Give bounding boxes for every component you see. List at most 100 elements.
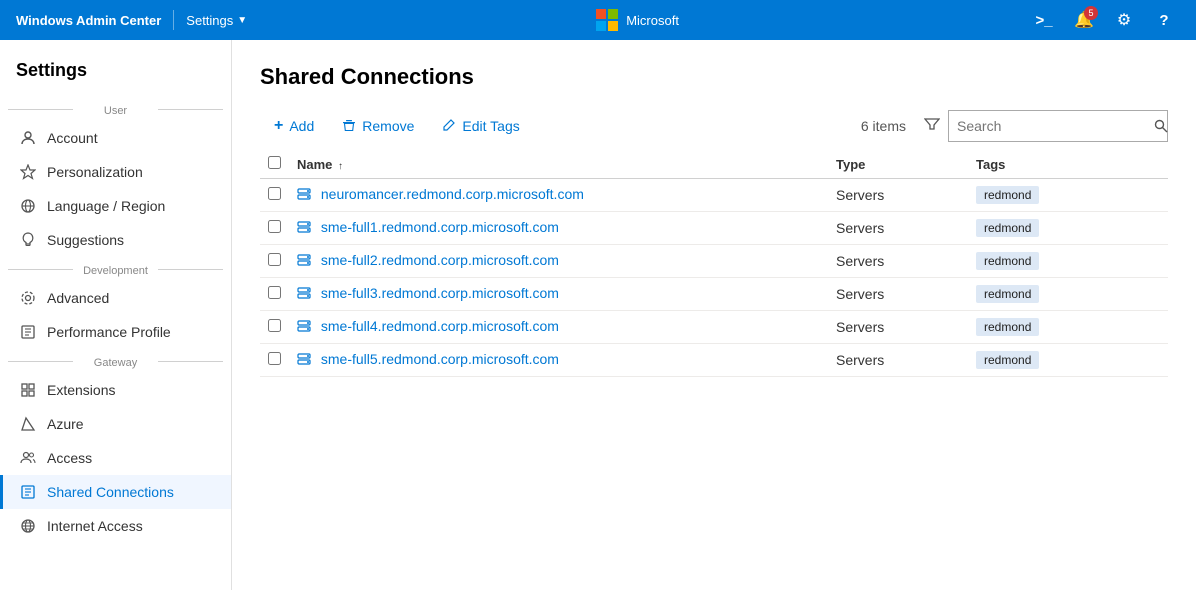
row-name-cell: sme-full3.redmond.corp.microsoft.com <box>289 278 828 311</box>
shared-connections-icon <box>19 483 37 501</box>
row-checkbox[interactable] <box>268 220 281 233</box>
sidebar-section-gateway: Gateway <box>0 349 231 373</box>
table-row: sme-full5.redmond.corp.microsoft.com Ser… <box>260 344 1168 377</box>
row-name[interactable]: sme-full1.redmond.corp.microsoft.com <box>321 219 559 235</box>
settings-nav-link[interactable]: Settings ▼ <box>186 13 247 28</box>
main-content: Shared Connections + Add Remove Edit Tag… <box>232 40 1196 590</box>
sidebar-item-advanced[interactable]: Advanced <box>0 281 231 315</box>
row-checkbox-cell <box>260 278 289 311</box>
row-name[interactable]: sme-full5.redmond.corp.microsoft.com <box>321 351 559 367</box>
row-checkbox-cell <box>260 311 289 344</box>
row-name[interactable]: neuromancer.redmond.corp.microsoft.com <box>321 186 584 202</box>
sidebar-item-shared-connections[interactable]: Shared Connections <box>0 475 231 509</box>
settings-gear-button[interactable]: ⚙ <box>1108 4 1140 36</box>
row-name[interactable]: sme-full4.redmond.corp.microsoft.com <box>321 318 559 334</box>
sidebar-title: Settings <box>0 56 231 97</box>
search-submit-button[interactable] <box>1146 111 1176 141</box>
filter-button[interactable] <box>916 112 948 141</box>
tag-badge: redmond <box>976 252 1039 270</box>
add-button[interactable]: + Add <box>260 111 328 141</box>
row-checkbox[interactable] <box>268 286 281 299</box>
row-type-cell: Servers <box>828 311 968 344</box>
star-icon <box>19 163 37 181</box>
azure-icon <box>19 415 37 433</box>
help-icon: ? <box>1159 12 1168 29</box>
row-name[interactable]: sme-full3.redmond.corp.microsoft.com <box>321 285 559 301</box>
sidebar-section-user: User <box>0 97 231 121</box>
microsoft-label: Microsoft <box>626 13 679 28</box>
row-checkbox-cell <box>260 179 289 212</box>
extensions-icon <box>19 381 37 399</box>
row-checkbox-cell <box>260 245 289 278</box>
row-name[interactable]: sme-full2.redmond.corp.microsoft.com <box>321 252 559 268</box>
items-count: 6 items <box>861 118 906 134</box>
search-input[interactable] <box>949 111 1146 141</box>
settings-nav-label: Settings <box>186 13 233 28</box>
sidebar-item-performance-profile[interactable]: Performance Profile <box>0 315 231 349</box>
row-tags-cell: redmond <box>968 212 1168 245</box>
search-box <box>948 110 1168 142</box>
help-button[interactable]: ? <box>1148 4 1180 36</box>
row-checkbox[interactable] <box>268 319 281 332</box>
tag-badge: redmond <box>976 186 1039 204</box>
table-row: sme-full1.redmond.corp.microsoft.com Ser… <box>260 212 1168 245</box>
col-header-tags: Tags <box>968 150 1168 179</box>
row-name-cell: sme-full5.redmond.corp.microsoft.com <box>289 344 828 377</box>
gear-icon: ⚙ <box>1117 10 1131 30</box>
row-checkbox[interactable] <box>268 187 281 200</box>
tags-col-label: Tags <box>976 157 1005 172</box>
sidebar-item-suggestions[interactable]: Suggestions <box>0 223 231 257</box>
sidebar-item-internet-access[interactable]: Internet Access <box>0 509 231 543</box>
row-checkbox-cell <box>260 212 289 245</box>
type-col-label: Type <box>836 157 865 172</box>
terminal-button[interactable]: >_ <box>1028 4 1060 36</box>
sidebar-item-personalization[interactable]: Personalization <box>0 155 231 189</box>
nav-divider <box>173 10 174 30</box>
server-icon <box>297 220 311 237</box>
account-label: Account <box>47 130 98 146</box>
row-checkbox[interactable] <box>268 352 281 365</box>
row-type-cell: Servers <box>828 212 968 245</box>
server-icon <box>297 352 311 369</box>
edit-tags-button[interactable]: Edit Tags <box>428 112 533 141</box>
azure-label: Azure <box>47 416 84 432</box>
server-icon <box>297 319 311 336</box>
add-label: Add <box>289 118 314 134</box>
notifications-button[interactable]: 🔔 5 <box>1068 4 1100 36</box>
tag-badge: redmond <box>976 318 1039 336</box>
table-row: neuromancer.redmond.corp.microsoft.com S… <box>260 179 1168 212</box>
row-tags-cell: redmond <box>968 179 1168 212</box>
row-name-cell: neuromancer.redmond.corp.microsoft.com <box>289 179 828 212</box>
row-name-cell: sme-full2.redmond.corp.microsoft.com <box>289 245 828 278</box>
row-tags-cell: redmond <box>968 278 1168 311</box>
row-checkbox[interactable] <box>268 253 281 266</box>
sidebar: Settings User Account Personalization La… <box>0 40 232 590</box>
row-tags-cell: redmond <box>968 311 1168 344</box>
sidebar-item-access[interactable]: Access <box>0 441 231 475</box>
col-header-name[interactable]: Name ↑ <box>289 150 828 179</box>
access-label: Access <box>47 450 92 466</box>
row-type-cell: Servers <box>828 344 968 377</box>
internet-access-label: Internet Access <box>47 518 143 534</box>
sidebar-item-azure[interactable]: Azure <box>0 407 231 441</box>
sidebar-item-account[interactable]: Account <box>0 121 231 155</box>
internet-icon <box>19 517 37 535</box>
row-name-cell: sme-full4.redmond.corp.microsoft.com <box>289 311 828 344</box>
connections-table: Name ↑ Type Tags neuromancer.redmond.cor… <box>260 150 1168 377</box>
microsoft-logo <box>596 9 618 31</box>
select-all-checkbox[interactable] <box>268 156 281 169</box>
shared-connections-label: Shared Connections <box>47 484 174 500</box>
tag-badge: redmond <box>976 351 1039 369</box>
personalization-label: Personalization <box>47 164 143 180</box>
language-icon <box>19 197 37 215</box>
remove-button[interactable]: Remove <box>328 112 428 141</box>
extensions-label: Extensions <box>47 382 115 398</box>
app-layout: Settings User Account Personalization La… <box>0 40 1196 590</box>
page-title: Shared Connections <box>260 64 1168 90</box>
sidebar-item-extensions[interactable]: Extensions <box>0 373 231 407</box>
performance-profile-label: Performance Profile <box>47 324 171 340</box>
table-row: sme-full4.redmond.corp.microsoft.com Ser… <box>260 311 1168 344</box>
edit-tags-label: Edit Tags <box>462 118 519 134</box>
sidebar-item-language-region[interactable]: Language / Region <box>0 189 231 223</box>
table-header-row: Name ↑ Type Tags <box>260 150 1168 179</box>
